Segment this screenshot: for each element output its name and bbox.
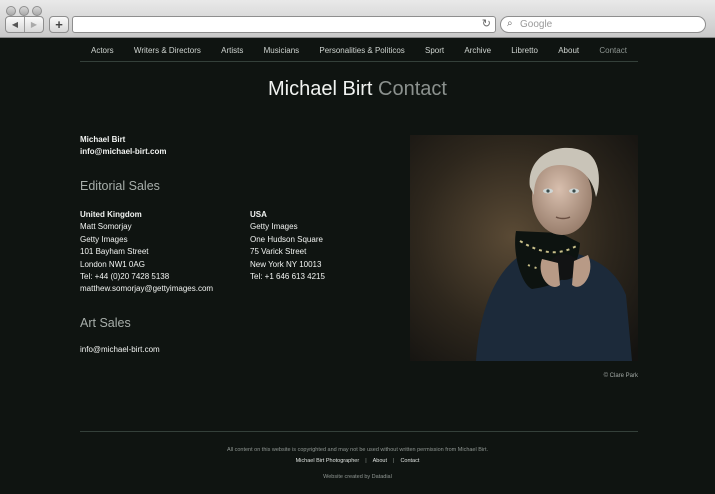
history-buttons: ◀ ▶ — [5, 16, 44, 33]
uk-company: Getty Images — [80, 234, 128, 244]
forward-button[interactable]: ▶ — [24, 17, 43, 32]
address-bar[interactable]: ↻ — [72, 16, 496, 33]
footer-separator: | — [393, 458, 395, 464]
art-sales-email-link[interactable]: info@michael-birt.com — [80, 345, 160, 354]
uk-email-link[interactable]: matthew.somorjay@gettyimages.com — [80, 283, 213, 295]
uk-contact-person: Matt Somorjay — [80, 222, 132, 232]
reload-icon[interactable]: ↻ — [482, 17, 491, 32]
plus-icon: + — [55, 17, 63, 32]
editorial-sales-heading: Editorial Sales — [80, 179, 160, 193]
nav-item-libretto[interactable]: Libretto — [511, 46, 538, 55]
usa-city: New York NY 10013 — [250, 259, 322, 269]
footer-link-contact[interactable]: Contact — [400, 458, 419, 464]
minimize-window-button[interactable] — [19, 6, 29, 16]
uk-city: London NW1 0AG — [80, 259, 145, 269]
site-navigation: Actors Writers & Directors Artists Music… — [80, 40, 638, 62]
nav-item-sport[interactable]: Sport — [425, 46, 444, 55]
art-sales-heading: Art Sales — [80, 316, 131, 330]
usa-street: 75 Varick Street — [250, 247, 307, 257]
back-arrow-icon: ◀ — [11, 20, 19, 29]
zoom-window-button[interactable] — [32, 6, 42, 16]
nav-item-writers-directors[interactable]: Writers & Directors — [134, 46, 201, 55]
contact-email-link[interactable]: info@michael-birt.com — [80, 146, 166, 158]
footer-credit[interactable]: Website created by Datadial — [0, 474, 715, 480]
search-placeholder: Google — [520, 19, 553, 30]
usa-contact: USA Getty Images One Hudson Square 75 Va… — [250, 209, 325, 283]
back-button[interactable]: ◀ — [6, 17, 24, 32]
uk-contact: United Kingdom Matt Somorjay Getty Image… — [80, 209, 213, 296]
footer-copyright: All content on this website is copyright… — [226, 447, 489, 453]
uk-country: United Kingdom — [80, 210, 142, 219]
nav-item-artists[interactable]: Artists — [221, 46, 243, 55]
nav-item-about[interactable]: About — [558, 46, 579, 55]
usa-country: USA — [250, 210, 267, 219]
footer-links: Michael Birt Photographer | About | Contact — [0, 458, 715, 464]
usa-address-line-1: One Hudson Square — [250, 234, 323, 244]
footer-divider — [80, 431, 638, 432]
search-field[interactable]: ⌕ Google — [500, 16, 706, 33]
usa-company: Getty Images — [250, 222, 298, 232]
portrait-photo — [410, 135, 638, 361]
nav-item-actors[interactable]: Actors — [91, 46, 114, 55]
nav-item-musicians[interactable]: Musicians — [264, 46, 300, 55]
site-name[interactable]: Michael Birt — [268, 78, 372, 100]
page-title: Michael Birt Contact — [0, 78, 715, 101]
page-name: Contact — [378, 78, 447, 100]
add-bookmark-button[interactable]: + — [49, 16, 69, 33]
search-icon: ⌕ — [507, 18, 513, 29]
nav-item-contact[interactable]: Contact — [599, 46, 627, 55]
uk-phone: Tel: +44 (0)20 7428 5138 — [80, 272, 170, 282]
photo-credit: © Clare Park — [603, 373, 638, 379]
footer-link-about[interactable]: About — [373, 458, 387, 464]
usa-phone: Tel: +1 646 613 4215 — [250, 272, 325, 282]
footer-link-home[interactable]: Michael Birt Photographer — [296, 458, 360, 464]
forward-arrow-icon: ▶ — [30, 20, 38, 29]
contact-name: Michael Birt — [80, 135, 126, 144]
browser-toolbar: ◀ ▶ + ↻ ⌕ Google — [0, 0, 715, 38]
nav-item-personalities-politicos[interactable]: Personalities & Politicos — [319, 46, 404, 55]
contact-block: Michael Birt info@michael-birt.com — [80, 134, 166, 158]
close-window-button[interactable] — [6, 6, 16, 16]
footer-separator: | — [365, 458, 367, 464]
uk-street: 101 Bayham Street — [80, 247, 149, 257]
nav-item-archive[interactable]: Archive — [464, 46, 491, 55]
